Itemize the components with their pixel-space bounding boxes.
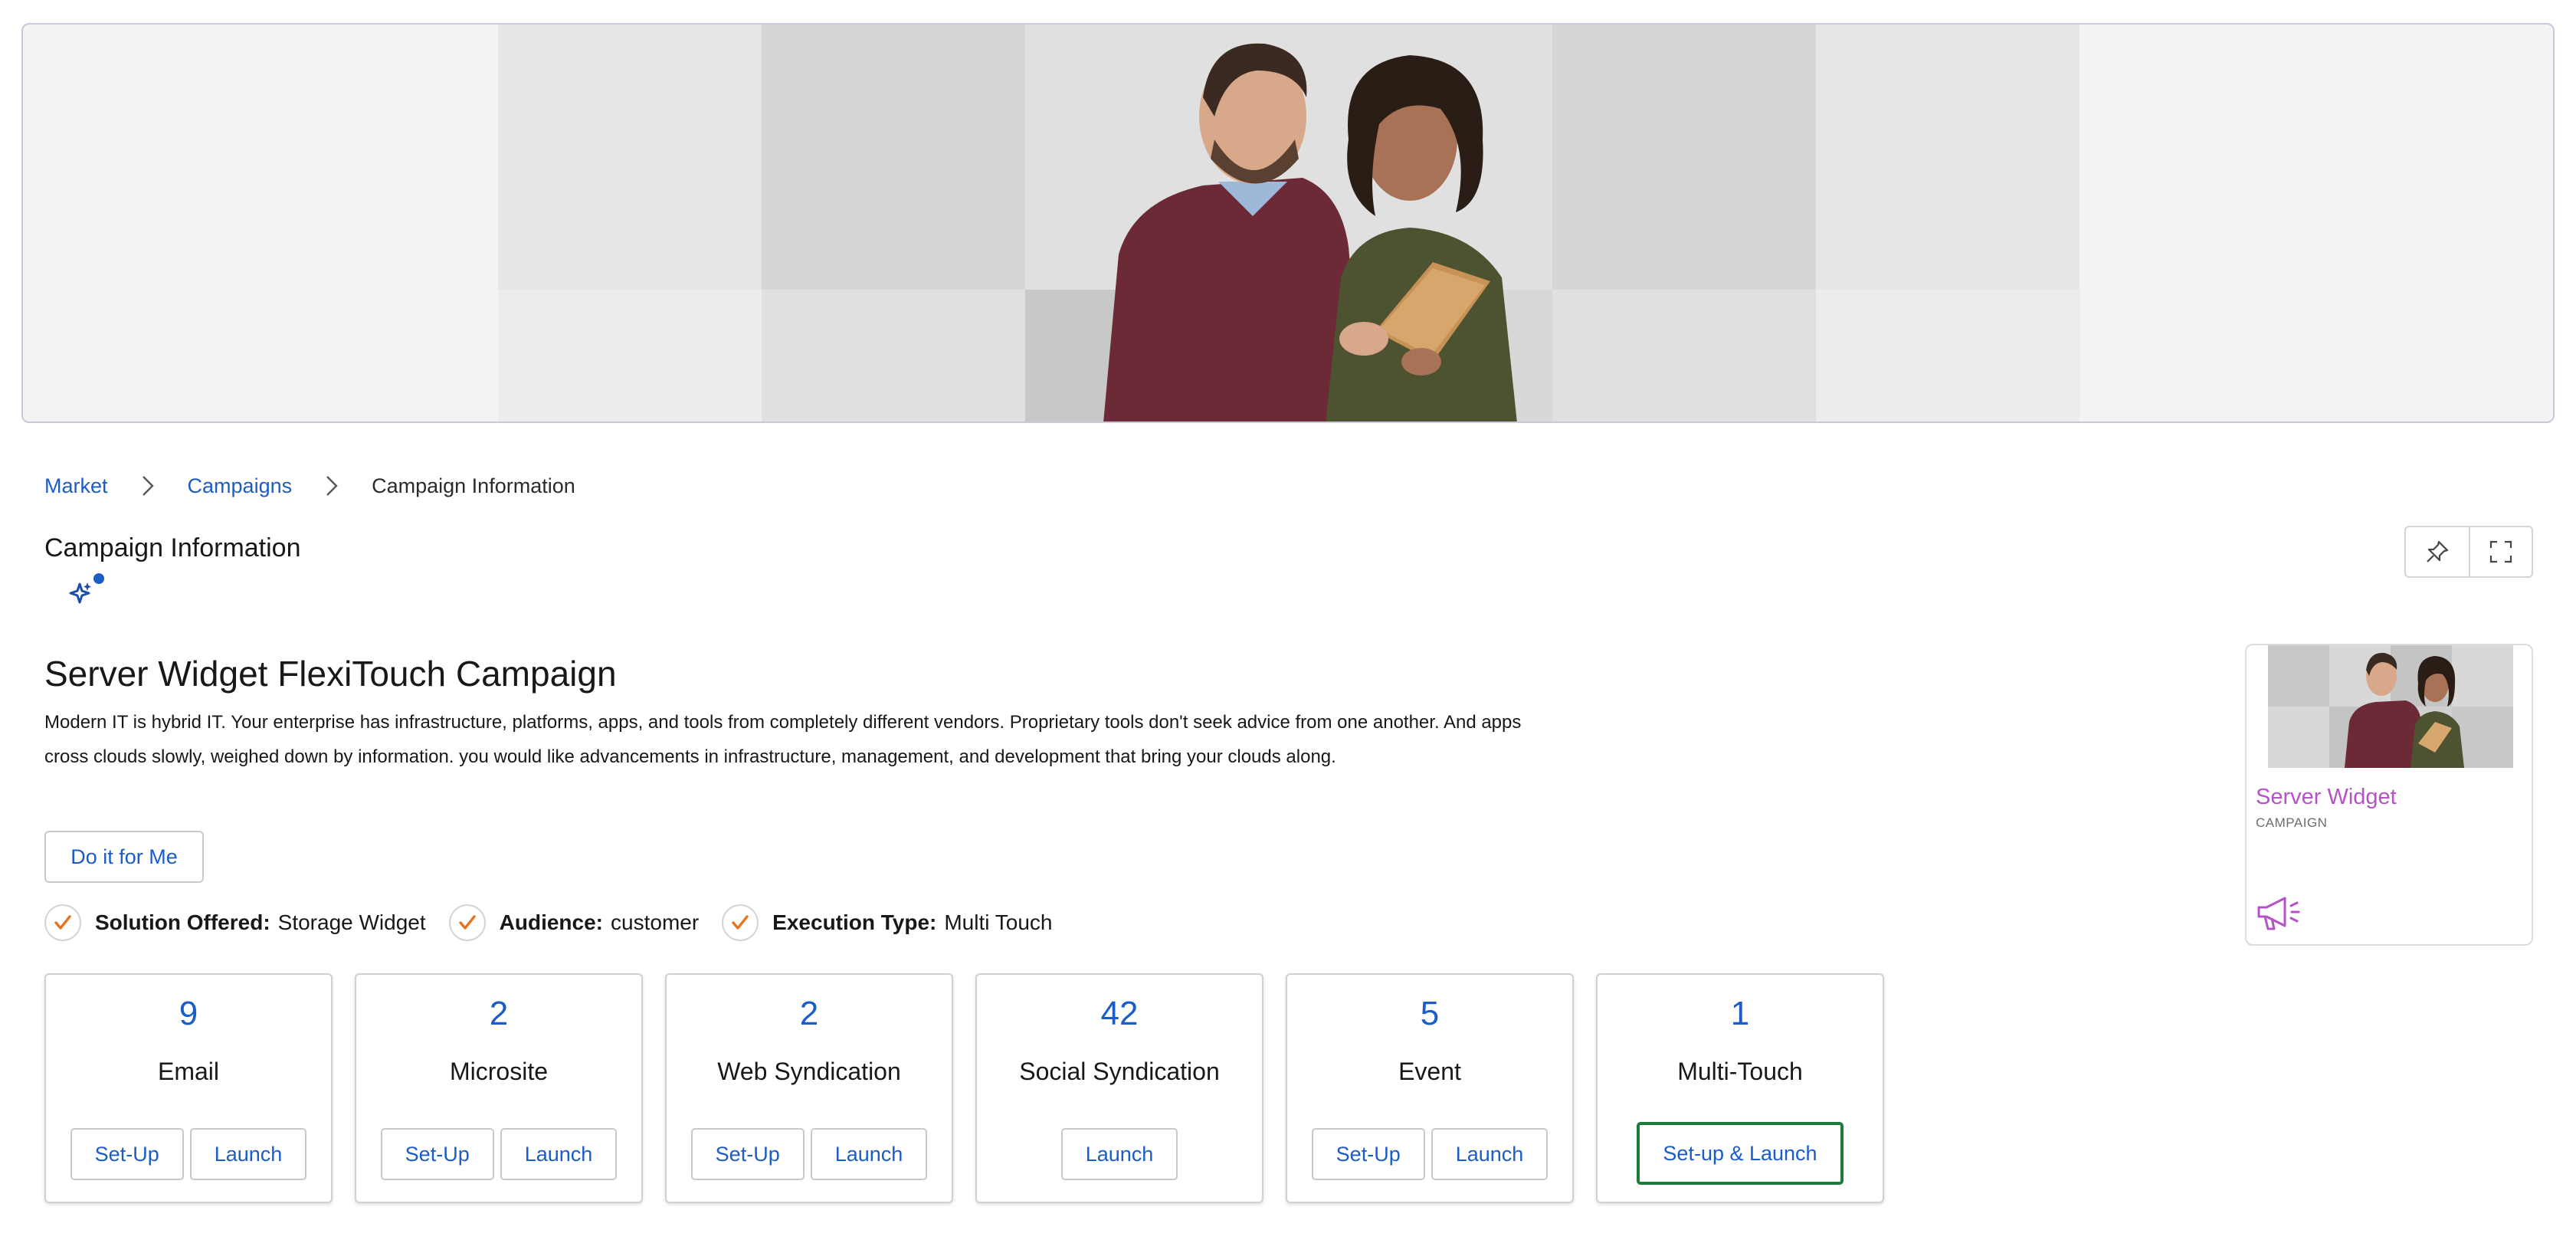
attribute-execution-type: Execution Type: Multi Touch: [722, 904, 1052, 941]
tile-email: 9 Email Set-Up Launch: [44, 973, 333, 1203]
event-setup-button[interactable]: Set-Up: [1311, 1128, 1425, 1180]
tile-event: 5 Event Set-Up Launch: [1286, 973, 1574, 1203]
attribute-value: Storage Widget: [277, 910, 426, 934]
event-launch-button[interactable]: Launch: [1431, 1128, 1549, 1180]
campaign-card-title[interactable]: Server Widget: [2256, 785, 2397, 810]
page-title: Campaign Information: [44, 533, 301, 563]
email-setup-button[interactable]: Set-Up: [70, 1128, 184, 1180]
pin-button[interactable]: [2406, 527, 2469, 576]
hero-banner: [21, 23, 2555, 423]
campaign-thumbnail: [2268, 645, 2513, 768]
hero-people-illustration: [1103, 43, 1517, 421]
tile-web-syndication: 2 Web Syndication Set-Up Launch: [665, 973, 953, 1203]
breadcrumb: Market Campaigns Campaign Information: [44, 469, 575, 503]
tile-name: Microsite: [449, 1058, 548, 1085]
attribute-label: Execution Type:: [772, 910, 937, 934]
tile-count: 2: [799, 995, 819, 1032]
tile-count: 2: [489, 995, 509, 1032]
tile-social-syndication: 42 Social Syndication Launch: [975, 973, 1263, 1203]
attribute-solution-offered: Solution Offered: Storage Widget: [44, 904, 426, 941]
campaign-page: Market Campaigns Campaign Information Ca…: [0, 0, 2576, 1253]
header-action-group: [2404, 526, 2533, 578]
do-it-for-me-button[interactable]: Do it for Me: [44, 831, 204, 883]
pin-icon: [2427, 540, 2449, 563]
attribute-value: customer: [611, 910, 700, 934]
email-launch-button[interactable]: Launch: [189, 1128, 307, 1180]
breadcrumb-link-market[interactable]: Market: [44, 474, 108, 498]
breadcrumb-current: Campaign Information: [372, 474, 575, 497]
channel-tiles: 9 Email Set-Up Launch 2 Microsite Set-Up…: [44, 973, 1906, 1203]
tile-name: Event: [1398, 1058, 1461, 1085]
campaign-name: Server Widget FlexiTouch Campaign: [44, 654, 617, 694]
tile-count: 9: [179, 995, 198, 1032]
attribute-label: Audience:: [499, 910, 604, 934]
social-syndication-launch-button[interactable]: Launch: [1060, 1128, 1178, 1180]
tile-microsite: 2 Microsite Set-Up Launch: [355, 973, 643, 1203]
checkmark-icon: [448, 904, 486, 941]
campaign-attributes: Solution Offered: Storage Widget Audienc…: [44, 904, 1075, 941]
multi-touch-setup-launch-button[interactable]: Set-up & Launch: [1637, 1122, 1844, 1185]
expand-button[interactable]: [2469, 527, 2532, 576]
attribute-audience: Audience: customer: [448, 904, 700, 941]
campaign-card-subtitle: CAMPAIGN: [2256, 815, 2328, 830]
notification-dot: [93, 573, 104, 584]
checkmark-icon: [44, 904, 81, 941]
tile-name: Multi-Touch: [1677, 1058, 1803, 1085]
tile-multi-touch: 1 Multi-Touch Set-up & Launch: [1596, 973, 1884, 1203]
expand-icon: [2489, 540, 2512, 563]
tile-name: Web Syndication: [717, 1058, 901, 1085]
checkmark-icon: [722, 904, 759, 941]
tile-count: 5: [1420, 995, 1440, 1032]
web-syndication-launch-button[interactable]: Launch: [810, 1128, 928, 1180]
attribute-value: Multi Touch: [944, 910, 1053, 934]
tile-name: Social Syndication: [1019, 1058, 1220, 1085]
attribute-label: Solution Offered:: [95, 910, 270, 934]
chevron-right-icon: [326, 476, 338, 496]
breadcrumb-link-campaigns[interactable]: Campaigns: [188, 474, 293, 498]
campaign-card[interactable]: Server Widget CAMPAIGN: [2245, 644, 2533, 946]
microsite-launch-button[interactable]: Launch: [500, 1128, 618, 1180]
tile-count: 1: [1730, 995, 1750, 1032]
chevron-right-icon: [142, 476, 154, 496]
megaphone-icon: [2257, 897, 2300, 930]
campaign-description: Modern IT is hybrid IT. Your enterprise …: [44, 712, 1522, 767]
sparkle-icon[interactable]: [64, 570, 107, 613]
microsite-setup-button[interactable]: Set-Up: [380, 1128, 494, 1180]
tile-count: 42: [1100, 995, 1139, 1032]
web-syndication-setup-button[interactable]: Set-Up: [690, 1128, 805, 1180]
tile-name: Email: [157, 1058, 219, 1085]
